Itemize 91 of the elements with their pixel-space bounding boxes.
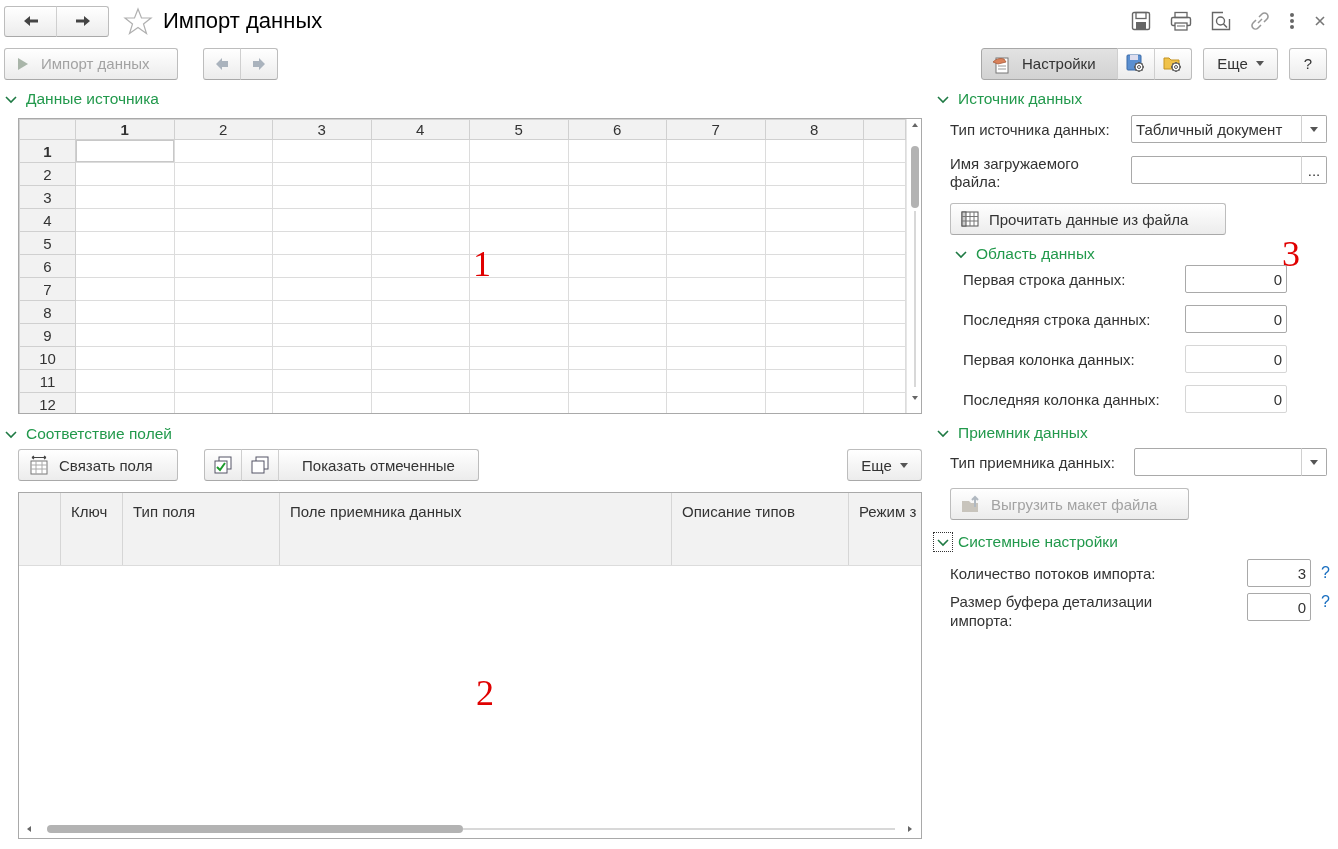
receiver-type-field[interactable]	[1134, 448, 1302, 476]
column-header[interactable]: 3	[272, 119, 371, 140]
row-header[interactable]: 11	[19, 369, 76, 393]
row-header[interactable]: 10	[19, 346, 76, 370]
arrow-right-icon	[74, 15, 91, 27]
number-field[interactable]: 0	[1247, 593, 1311, 621]
field-label: Размер буфера детализации импорта:	[950, 592, 1154, 630]
read-file-button[interactable]: Прочитать данные из файла	[950, 203, 1226, 235]
column-header[interactable]: 2	[174, 119, 273, 140]
load-settings-button[interactable]	[1154, 47, 1192, 80]
caret-down-icon	[1310, 126, 1318, 132]
export-icon	[961, 495, 981, 513]
check-all-button[interactable]	[204, 449, 242, 481]
field-label: Первая колонка данных:	[963, 350, 1136, 368]
show-marked-button[interactable]: Показать отмеченные	[278, 449, 479, 481]
empty-checkboxes-icon	[251, 456, 269, 474]
caret-down-icon	[1255, 61, 1264, 66]
close-icon[interactable]	[1314, 15, 1326, 27]
chevron-down-icon[interactable]	[936, 535, 950, 549]
section-title[interactable]: Данные источника	[26, 90, 159, 108]
arrow-right-icon	[252, 56, 266, 71]
row-header[interactable]: 12	[19, 392, 76, 413]
source-type-field[interactable]: Табличный документ	[1131, 115, 1302, 143]
row-header[interactable]: 6	[19, 254, 76, 278]
play-icon	[17, 56, 29, 71]
help-button[interactable]: ?	[1289, 47, 1327, 80]
column-header[interactable]: 6	[568, 119, 667, 140]
preview-icon[interactable]	[1211, 11, 1231, 31]
field-label: Первая строка данных:	[963, 270, 1127, 288]
section-title[interactable]: Соответствие полей	[26, 425, 172, 443]
uncheck-all-button[interactable]	[241, 449, 279, 481]
number-field[interactable]: 0	[1185, 305, 1287, 333]
dropdown-button[interactable]	[1301, 448, 1327, 476]
star-icon[interactable]	[123, 7, 153, 35]
field-label: Имя загружаемого файла:	[950, 155, 1080, 191]
print-icon[interactable]	[1170, 11, 1192, 31]
caret-down-icon	[899, 462, 908, 468]
field-label: Тип приемника данных:	[950, 453, 1116, 471]
section-title[interactable]: Системные настройки	[958, 533, 1118, 551]
more-button[interactable]: Еще	[1203, 47, 1278, 80]
more-vertical-icon[interactable]	[1289, 12, 1295, 30]
column-header[interactable]: 1	[75, 119, 174, 140]
link-icon[interactable]	[1250, 11, 1270, 31]
number-field[interactable]: 3	[1247, 559, 1311, 587]
row-header[interactable]: 2	[19, 162, 76, 186]
file-name-field[interactable]	[1131, 156, 1302, 184]
field-label: Последняя строка данных:	[963, 310, 1152, 328]
annotation-number: 1	[473, 246, 491, 282]
link-columns-icon	[29, 455, 49, 475]
annotation-number: 2	[476, 675, 494, 711]
checked-checkboxes-icon	[214, 456, 232, 474]
row-header[interactable]: 5	[19, 231, 76, 255]
disk-gear-icon	[1126, 53, 1146, 74]
table-icon	[961, 211, 979, 227]
window-title: Импорт данных	[163, 8, 323, 34]
column-header[interactable]: 4	[371, 119, 470, 140]
save-icon[interactable]	[1131, 11, 1151, 31]
field-label: Тип источника данных:	[950, 120, 1111, 138]
column-header[interactable]: 5	[469, 119, 568, 140]
column-header[interactable]: Поле приемника данных	[280, 493, 672, 565]
number-field[interactable]: 0	[1185, 265, 1287, 293]
section-title[interactable]: Область данных	[976, 245, 1095, 263]
row-header[interactable]: 7	[19, 277, 76, 301]
row-header[interactable]: 3	[19, 185, 76, 209]
column-header[interactable]: Ключ	[61, 493, 123, 565]
browse-button[interactable]: ...	[1301, 156, 1327, 184]
forward-button[interactable]	[56, 5, 109, 37]
field-label: Количество потоков импорта:	[950, 563, 1157, 583]
settings-button[interactable]: Настройки	[981, 47, 1118, 80]
link-fields-button[interactable]: Связать поля	[18, 449, 178, 481]
help-link[interactable]: ?	[1321, 564, 1330, 582]
column-header[interactable]: Режим з	[849, 493, 921, 565]
row-header[interactable]: 1	[19, 139, 76, 163]
column-header[interactable]: 8	[765, 119, 864, 140]
save-settings-button[interactable]	[1117, 47, 1155, 80]
arrow-left-icon	[215, 56, 229, 71]
column-header[interactable]: 7	[666, 119, 765, 140]
help-link[interactable]: ?	[1321, 593, 1330, 611]
caret-down-icon	[1310, 459, 1318, 465]
more-button[interactable]: Еще	[847, 449, 922, 481]
row-header[interactable]: 4	[19, 208, 76, 232]
arrow-left-icon	[22, 15, 39, 27]
field-label: Последняя колонка данных:	[963, 390, 1161, 408]
column-header[interactable]: Описание типов	[672, 493, 849, 565]
back-button[interactable]	[4, 5, 57, 37]
dropdown-button[interactable]	[1301, 115, 1327, 143]
section-title[interactable]: Источник данных	[958, 90, 1083, 108]
column-header[interactable]: Тип поля	[123, 493, 280, 565]
section-title[interactable]: Приемник данных	[958, 424, 1088, 442]
row-header[interactable]: 8	[19, 300, 76, 324]
row-header[interactable]: 9	[19, 323, 76, 347]
